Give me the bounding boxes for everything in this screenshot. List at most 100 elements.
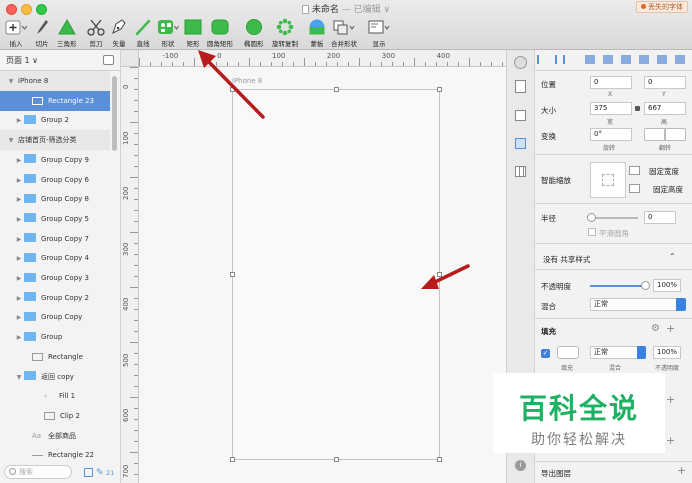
layer-row[interactable]: Rectangle (0, 347, 110, 367)
rotate-copy-button[interactable]: 旋转复制 (272, 18, 298, 48)
add-border-plus-icon[interactable]: + (666, 393, 675, 406)
disclosure-collapsed-icon[interactable]: ▶ (14, 328, 24, 348)
layer-row[interactable]: ▶ Group Copy 3 (0, 268, 110, 288)
disclosure-collapsed-icon[interactable]: ▶ (14, 269, 24, 289)
blend-select[interactable]: 正常 (590, 298, 684, 311)
radius-input[interactable]: 0 (644, 211, 676, 224)
line-button[interactable]: 直线 (134, 18, 152, 48)
layer-row[interactable]: ▶ Group Copy 7 (0, 229, 110, 249)
info-icon[interactable]: i (515, 460, 526, 471)
align-icon[interactable] (515, 110, 526, 121)
layer-row[interactable]: ▶ Group Copy 9 (0, 150, 110, 170)
resizing-widget[interactable] (590, 162, 626, 198)
missing-fonts-badge[interactable]: 丢失的字体 (636, 1, 688, 13)
layer-row[interactable]: ▼ 返回 copy (0, 367, 110, 387)
horizontal-ruler[interactable]: -100 0 100 200 300 400 (139, 50, 506, 67)
grid-icon[interactable] (515, 166, 526, 177)
fill-opacity-input[interactable]: 100% (653, 346, 681, 359)
display-button[interactable]: 显示 (368, 18, 390, 48)
opacity-slider[interactable] (590, 281, 650, 290)
y-input[interactable]: 0 (644, 76, 686, 89)
align-middle-icon[interactable] (621, 55, 631, 64)
disclosure-collapsed-icon[interactable]: ▶ (14, 171, 24, 191)
align-bottom-icon[interactable] (639, 55, 649, 64)
disclosure-collapsed-icon[interactable]: ▶ (14, 190, 24, 210)
flip-vertical-button[interactable] (665, 128, 686, 141)
fixed-height-label[interactable]: 固定高度 (653, 184, 683, 195)
layer-row[interactable]: ▶ Group Copy 5 (0, 209, 110, 229)
fill-settings-gear-icon[interactable]: ⚙ (651, 323, 660, 334)
resize-handle-bottom-right[interactable] (437, 457, 442, 462)
resize-handle-right[interactable] (437, 272, 442, 277)
page-selector[interactable]: 页面 1 ∨ (6, 56, 38, 65)
fixed-width-label[interactable]: 固定宽度 (649, 166, 679, 177)
distribute-h-icon[interactable] (657, 55, 667, 64)
layer-row[interactable]: Rectangle 22 (0, 445, 110, 465)
blend-select-stepper[interactable] (676, 298, 686, 311)
canvas[interactable]: -100 0 100 200 300 400 0 100 200 300 400 500 600 700… (121, 50, 506, 483)
add-fill-plus-icon[interactable]: + (666, 322, 675, 335)
align-top-icon[interactable] (603, 55, 613, 64)
lock-ratio-icon[interactable] (635, 106, 640, 111)
fixed-width-icon[interactable] (629, 166, 640, 175)
layer-row[interactable]: ▶ Group Copy 2 (0, 288, 110, 308)
edit-icon[interactable]: ✎ (96, 468, 104, 478)
rotate-input[interactable]: 0° (590, 128, 632, 141)
add-shadow-plus-icon[interactable]: + (666, 434, 675, 447)
disclosure-collapsed-icon[interactable]: ▶ (14, 308, 24, 328)
resize-handle-top-right[interactable] (437, 87, 442, 92)
layer-row[interactable]: ▼ 店铺首页-筛选分类 (0, 130, 110, 151)
align-left-icon[interactable] (537, 55, 547, 64)
layer-row[interactable]: Aa 全部商品 (0, 426, 110, 446)
x-input[interactable]: 0 (590, 76, 632, 89)
export-icon[interactable] (514, 56, 527, 69)
opacity-input[interactable]: 100% (653, 279, 681, 292)
edit-status[interactable]: — 已编辑 ∨ (342, 5, 390, 15)
link-icon[interactable] (515, 80, 526, 93)
rectangle-button[interactable]: 矩形 (184, 18, 202, 48)
layer-row[interactable]: ▶ Group 2 (0, 110, 110, 130)
disclosure-expanded-icon[interactable]: ▼ (6, 131, 16, 151)
layer-row[interactable]: ‹ Fill 1 (0, 386, 110, 406)
layer-row[interactable]: ▶ Group Copy (0, 307, 110, 327)
fill-enabled-checkbox[interactable]: ✓ (541, 349, 550, 358)
opacity-slider-knob[interactable] (641, 281, 650, 290)
disclosure-collapsed-icon[interactable]: ▶ (14, 249, 24, 269)
artboard-iphone-8[interactable] (230, 87, 442, 462)
disclosure-expanded-icon[interactable]: ▼ (14, 368, 24, 388)
layer-row[interactable]: Rectangle 23 (0, 90, 110, 111)
align-right-icon[interactable] (585, 55, 595, 64)
disclosure-collapsed-icon[interactable]: ▶ (14, 289, 24, 309)
resize-handle-bottom-left[interactable] (230, 457, 235, 462)
height-input[interactable]: 667 (644, 102, 686, 115)
disclosure-collapsed-icon[interactable]: ▶ (14, 151, 24, 171)
width-input[interactable]: 375 (590, 102, 632, 115)
slice-button[interactable]: 切片 (33, 18, 51, 48)
insert-button[interactable]: 插入 (5, 18, 28, 48)
layer-scrollbar[interactable] (112, 76, 117, 151)
collapse-pages-icon[interactable] (103, 55, 114, 65)
layer-row[interactable]: ▶ Group Copy 4 (0, 248, 110, 268)
layer-row[interactable]: Clip 2 (0, 406, 110, 426)
layer-row[interactable]: ▼ iPhone 8 (0, 71, 110, 91)
rounded-rectangle-button[interactable]: 圆角矩形 (207, 18, 233, 48)
document-name[interactable]: 未命名 (312, 5, 339, 15)
smooth-corners-checkbox[interactable] (588, 228, 596, 236)
disclosure-collapsed-icon[interactable]: ▶ (14, 210, 24, 230)
align-center-icon[interactable] (555, 55, 565, 64)
layer-search-input[interactable]: 搜索 (4, 465, 72, 479)
flip-horizontal-button[interactable] (644, 128, 665, 141)
radius-slider-knob[interactable] (587, 213, 596, 222)
layer-row[interactable]: ▶ Group Copy 8 (0, 189, 110, 209)
scissors-button[interactable]: 剪刀 (87, 18, 105, 48)
oval-button[interactable]: 椭圆形 (244, 18, 264, 48)
filter-icon[interactable] (84, 468, 93, 477)
artboard-title[interactable]: iPhone 8 (232, 77, 262, 85)
layout-icon[interactable] (515, 138, 526, 149)
fill-blend-stepper[interactable] (637, 346, 646, 359)
triangle-button[interactable]: 三角形 (57, 18, 77, 48)
mask-button[interactable]: 蒙板 (308, 18, 326, 48)
resize-handle-left[interactable] (230, 272, 235, 277)
vertical-ruler[interactable]: 0 100 200 300 400 500 600 700 (121, 67, 139, 483)
combine-shapes-button[interactable]: 合并形状 (331, 18, 357, 48)
